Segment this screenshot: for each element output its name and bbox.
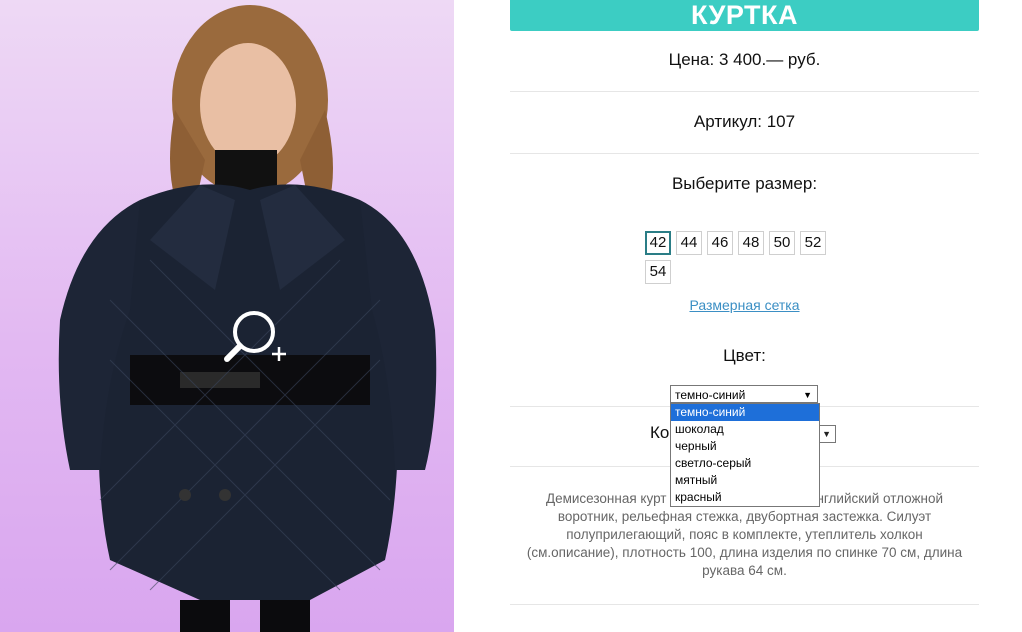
dropdown-arrow-icon: ▼ — [803, 390, 812, 400]
color-option[interactable]: шоколад — [671, 421, 819, 438]
color-dropdown-list[interactable]: темно-синий шоколад черный светло-серый … — [670, 403, 820, 507]
color-select-value: темно-синий — [675, 388, 746, 402]
divider — [510, 604, 979, 605]
choose-size-label: Выберите размер: — [671, 174, 818, 193]
color-select[interactable]: темно-синий ▼ — [670, 385, 818, 403]
size-option-46[interactable]: 46 — [707, 231, 733, 255]
dropdown-arrow-icon: ▼ — [822, 429, 831, 439]
divider — [510, 153, 979, 154]
divider — [510, 91, 979, 92]
article-number: Артикул: 107 — [693, 112, 796, 131]
size-option-52[interactable]: 52 — [800, 231, 826, 255]
color-option[interactable]: черный — [671, 438, 819, 455]
product-image[interactable] — [0, 0, 454, 632]
description-rest: воротник, рельефная стежка, двубортная з… — [526, 509, 963, 578]
color-option[interactable]: мятный — [671, 472, 819, 489]
size-option-48[interactable]: 48 — [738, 231, 764, 255]
size-chart-link[interactable]: Размерная сетка — [510, 297, 979, 313]
size-option-44[interactable]: 44 — [676, 231, 702, 255]
color-option[interactable]: светло-серый — [671, 455, 819, 472]
size-option-42[interactable]: 42 — [645, 231, 671, 255]
product-title: КУРТКА — [510, 0, 979, 31]
size-option-54[interactable]: 54 — [645, 260, 671, 284]
quantity-label: Ко — [650, 423, 670, 442]
color-option[interactable]: темно-синий — [671, 404, 819, 421]
color-option[interactable]: красный — [671, 489, 819, 506]
color-label: Цвет: — [723, 346, 766, 365]
size-option-50[interactable]: 50 — [769, 231, 795, 255]
description-start: Демисезонная курт — [545, 491, 667, 506]
price: Цена: 3 400.— руб. — [668, 50, 821, 69]
zoom-in-icon[interactable] — [222, 306, 292, 366]
description-line-end: нглийский отложной — [816, 491, 944, 506]
